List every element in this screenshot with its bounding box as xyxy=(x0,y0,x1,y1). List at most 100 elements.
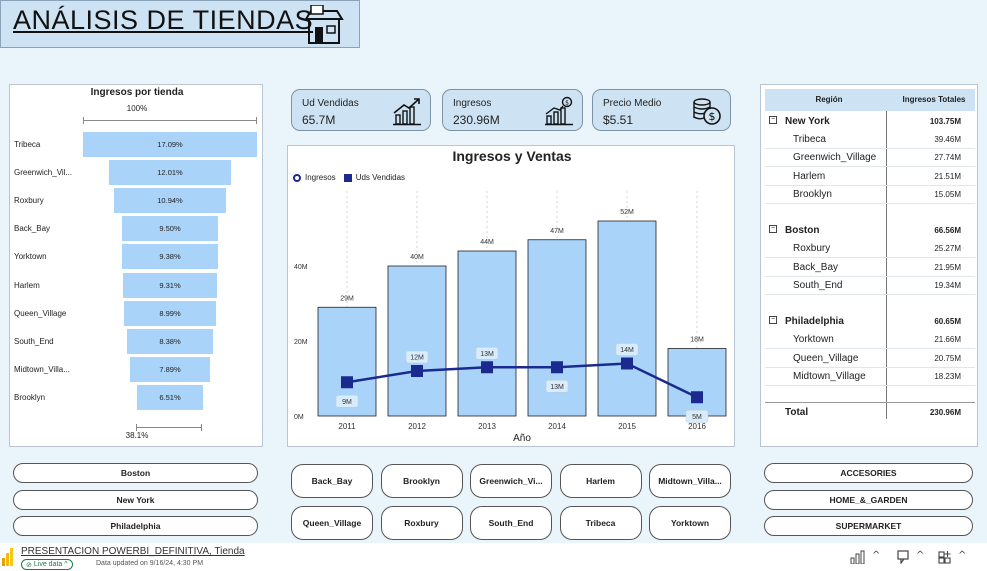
funnel-bar-pct: 7.89% xyxy=(159,364,181,374)
city-slicer-button[interactable]: New York xyxy=(13,489,258,510)
funnel-bar-pct: 8.38% xyxy=(159,336,181,346)
matrix-row[interactable]: Back_Bay 21.95M xyxy=(765,259,975,277)
matrix-row-value: 103.75M xyxy=(929,117,961,126)
matrix-total-divider xyxy=(765,402,975,404)
collapse-minus-icon[interactable]: − xyxy=(769,225,777,234)
matrix-row[interactable]: Greenwich_Village 27.74M xyxy=(765,149,975,168)
line-data-label: 13M xyxy=(550,384,564,391)
matrix-total-row[interactable]: Total 230.96M xyxy=(765,404,975,422)
matrix-row-value: 27.74M xyxy=(934,153,961,163)
city-slicer-button[interactable]: Boston xyxy=(13,463,258,483)
funnel-bottom-cap-left xyxy=(136,424,137,431)
funnel-bar[interactable]: 17.09% xyxy=(83,132,257,157)
store-slicer-button[interactable]: Tribeca xyxy=(559,506,642,540)
matrix-row-value: 19.34M xyxy=(934,280,961,290)
store-slicer-button[interactable]: South_End xyxy=(470,506,552,540)
svg-text:$: $ xyxy=(565,100,569,107)
funnel-bar[interactable]: 12.01% xyxy=(108,160,232,186)
store-slicer-button[interactable]: Yorktown xyxy=(649,506,731,540)
store-slicer-button[interactable]: Roxbury xyxy=(380,506,463,540)
matrix-col-region[interactable]: Región xyxy=(765,95,893,104)
line-marker[interactable] xyxy=(341,376,353,389)
matrix-col-revenue[interactable]: Ingresos Totales xyxy=(893,95,975,104)
matrix-row-label: Brooklyn xyxy=(793,188,832,200)
line-marker[interactable] xyxy=(551,361,563,374)
matrix-group-row[interactable]: − Boston 66.56M xyxy=(765,222,975,240)
chevron-up-icon[interactable]: ^ xyxy=(872,550,880,561)
funnel-bar[interactable]: 8.38% xyxy=(127,328,213,354)
matrix-row[interactable]: Roxbury 25.27M xyxy=(765,240,975,259)
data-updated-text: Data updated on 9/16/24, 4:30 PM xyxy=(96,560,204,567)
matrix-row-value: 21.51M xyxy=(934,171,961,181)
live-data-pill[interactable]: ⊘ Live data ^ xyxy=(21,559,73,570)
matrix-group-row[interactable]: − Philadelphia 60.65M xyxy=(765,313,975,331)
bar-ingresos[interactable] xyxy=(597,220,657,417)
line-marker[interactable] xyxy=(411,365,423,377)
matrix-row-label: Harlem xyxy=(793,170,826,182)
category-slicer-button[interactable]: ACCESORIES xyxy=(764,463,973,483)
matrix-row[interactable]: South_End 19.34M xyxy=(765,277,975,295)
line-data-label: 14M xyxy=(620,347,634,354)
live-check-icon: ⊘ xyxy=(26,561,32,569)
funnel-bar[interactable]: 10.94% xyxy=(114,188,226,214)
matrix-row-value: 230.96M xyxy=(929,408,961,418)
chevron-up-icon: ^ xyxy=(64,561,68,568)
kpi-units-label: Ud Vendidas xyxy=(302,98,359,109)
matrix-row[interactable]: Yorktown 21.66M xyxy=(765,331,975,350)
title-box: ANÁLISIS DE TIENDAS xyxy=(0,0,360,48)
line-marker[interactable] xyxy=(481,361,493,374)
category-slicer-button[interactable]: SUPERMARKET xyxy=(764,516,973,536)
store-slicer-button[interactable]: Brooklyn xyxy=(380,464,463,498)
store-slicer-button[interactable]: Midtown_Villa... xyxy=(649,464,731,498)
matrix-row-label: Philadelphia xyxy=(785,316,844,328)
matrix-row[interactable]: Brooklyn 15.05M xyxy=(765,186,975,204)
store-slicer-button[interactable]: Queen_Village xyxy=(291,506,373,540)
bar-ingresos[interactable] xyxy=(457,250,517,417)
combo-chart-svg: 0M 20M 40M 29M 2011 40M 2012 44M 2013 47M 2014 52M 2… xyxy=(294,191,727,444)
svg-text:$: $ xyxy=(709,110,716,123)
funnel-bar[interactable]: 9.38% xyxy=(122,244,218,270)
coins-icon: $ xyxy=(693,98,721,125)
matrix-row-label: Back_Bay xyxy=(793,261,839,273)
funnel-bar[interactable]: 6.51% xyxy=(136,384,204,410)
matrix-row[interactable]: Queen_Village 20.75M xyxy=(765,350,975,368)
matrix-row[interactable]: Harlem 21.51M xyxy=(765,168,975,186)
chevron-up-icon[interactable]: ^ xyxy=(958,550,966,561)
funnel-label: Queen_Village xyxy=(14,308,67,318)
powerbi-icon xyxy=(2,548,13,566)
comment-icon[interactable] xyxy=(895,550,913,564)
funnel-bar[interactable]: 9.31% xyxy=(122,272,218,298)
kpi-units-value: 65.7M xyxy=(302,113,336,127)
store-slicer-button[interactable]: Back_Bay xyxy=(291,464,373,498)
matrix-row[interactable]: Midtown_Village 18.23M xyxy=(765,368,975,386)
funnel-top-line xyxy=(83,120,257,121)
line-data-label: 5M xyxy=(692,414,702,421)
line-marker[interactable] xyxy=(691,391,703,404)
matrix-row-label: Boston xyxy=(785,225,820,237)
grid-add-icon[interactable] xyxy=(937,550,955,564)
chevron-up-icon[interactable]: ^ xyxy=(916,550,924,561)
category-slicer-button[interactable]: HOME_&_GARDEN xyxy=(764,489,973,510)
line-marker[interactable] xyxy=(621,357,633,370)
funnel-top-cap-right xyxy=(256,117,257,124)
y-tick-label: 20M xyxy=(294,339,308,346)
x-tick-label: 2016 xyxy=(688,422,706,431)
matrix-row[interactable]: Tribeca 39.46M xyxy=(765,131,975,150)
bar-ingresos[interactable] xyxy=(667,348,727,417)
store-slicer-button[interactable]: Harlem xyxy=(559,464,642,498)
collapse-minus-icon[interactable]: − xyxy=(769,116,777,124)
chart-title: Ingresos y Ventas xyxy=(452,148,572,164)
matrix-group-row[interactable]: − New York 103.75M xyxy=(765,113,975,131)
funnel-bar[interactable]: 7.89% xyxy=(129,356,211,382)
kpi-revenue-card: Ingresos 230.96M $ xyxy=(442,89,583,131)
collapse-minus-icon[interactable]: − xyxy=(769,316,777,325)
bar-chart-icon[interactable] xyxy=(850,550,868,564)
bar-ingresos[interactable] xyxy=(387,265,447,417)
report-file-title[interactable]: PRESENTACION POWERBI_DEFINITIVA, Tienda xyxy=(21,546,245,557)
matrix-row-label: South_End xyxy=(793,279,843,291)
city-slicer-button[interactable]: Philadelphia xyxy=(13,516,258,536)
store-slicer-button[interactable]: Greenwich_Vi... xyxy=(470,464,552,498)
funnel-bar[interactable]: 9.50% xyxy=(121,216,219,242)
funnel-bar[interactable]: 8.99% xyxy=(124,300,216,326)
kpi-revenue-label: Ingresos xyxy=(453,98,492,109)
